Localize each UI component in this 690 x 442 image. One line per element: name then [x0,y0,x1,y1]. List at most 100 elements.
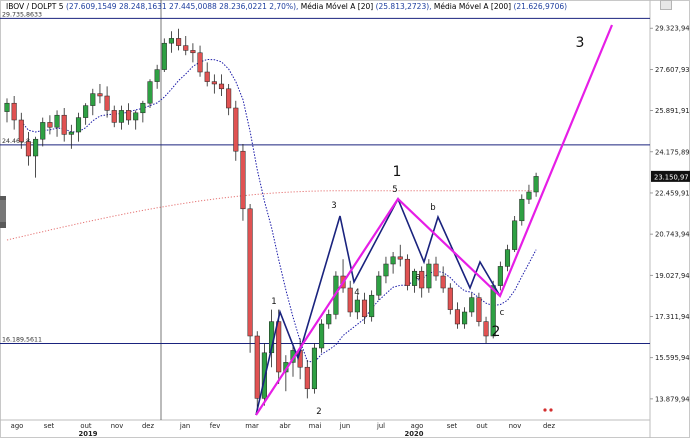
candle-body [11,102,17,121]
support-resistance-levels: 29.735,863324.463,8...16.189,5611 [0,11,650,344]
candle-body [254,335,260,399]
candle [111,105,117,128]
candle-body [168,38,174,44]
candle [440,266,446,293]
candle-body [469,297,475,313]
candle [483,316,489,344]
minor-wave-label: 1 [271,297,276,307]
chart-frame [0,0,690,438]
candle-body [211,81,217,85]
ma20-value: (25.813,2723), [375,2,432,11]
candle-body [226,88,232,109]
candle [383,256,389,284]
candle-body [161,42,167,70]
month-label: fev [210,422,221,430]
candle [469,292,475,317]
candle-body [61,114,67,135]
candle-body [190,50,196,54]
marker-dot [549,408,553,412]
month-label: out [80,422,91,430]
month-label: ago [411,422,424,430]
marker-dot [543,408,547,412]
candle [512,216,518,252]
month-label: abr [279,422,290,430]
candle-body [183,45,189,51]
candle-body [140,102,146,114]
scroll-corner-button[interactable] [660,0,672,10]
candle-body [476,297,482,322]
candlestick-chart: 29.735,863324.463,8...16.189,5611 123123… [0,0,690,438]
chart-grid [0,0,690,438]
price-tick-label: 24.175,89 [655,148,690,156]
candle-body [83,105,89,118]
candle-body [240,150,246,210]
candle-body [197,52,203,73]
candle [140,100,146,123]
candle [61,108,67,142]
candle-body [512,220,518,250]
symbol-label: IBOV / DOLPT 5 [6,2,64,11]
price-tick-label: 17.311,94 [655,313,690,321]
candle [390,252,396,274]
candle-body [311,347,317,390]
candle [533,172,539,197]
minor-wave-label: 2 [316,407,321,417]
candle [168,31,174,53]
candle [247,204,253,353]
minor-wave-label: 3 [331,201,336,211]
candle-body [147,81,153,104]
candle-body [176,38,182,46]
minor-wave-label: b [430,203,435,213]
candle [311,343,317,394]
minor-wave-label: 4 [354,288,359,298]
price-tick-label: 25.891,91 [655,107,690,115]
candle [47,115,53,135]
price-tick-label: 20.743,94 [655,231,690,239]
candle-body [4,102,10,112]
candle-body [47,122,53,128]
candle-body [533,176,539,193]
price-axis: 29.323,94 27.607,93 25.891,91 24.175,89 22.4… [650,25,690,403]
candle [319,319,325,353]
candle [211,74,217,94]
candle [40,117,46,147]
month-label: set [44,422,55,430]
month-label: out [476,422,487,430]
candle-body [404,258,410,286]
side-panel-grip-icon [0,200,6,222]
month-label: dez [543,422,555,430]
candle-body [447,287,453,310]
major-wave-line [255,24,614,416]
candle [190,43,196,63]
candle [426,259,432,293]
candle [376,271,382,300]
candle-body [526,191,532,200]
ma20-label: Média Móvel A [20] [300,2,374,11]
month-label: nov [509,422,522,430]
candle-body [111,110,117,123]
candle [326,309,332,329]
candle [462,307,468,329]
candle [340,259,346,293]
candle [476,292,482,327]
candle [176,28,182,51]
candle-body [18,119,24,142]
candle-body [462,311,468,325]
month-label: mai [309,422,322,430]
candle [104,86,110,118]
price-tick-label: 27.607,93 [655,66,690,74]
candle [304,360,310,399]
major-wave-label: 3 [576,35,585,51]
candle [97,84,103,104]
candle-body [354,299,360,313]
candle [519,194,525,226]
price-tick-label: 22.459,91 [655,189,690,197]
major-wave-label: 2 [492,324,501,340]
candle [4,98,10,123]
candle [254,331,260,411]
candle-body [25,141,31,157]
year-label: 2019 [79,430,98,438]
candle-body [397,256,403,260]
month-label: ago [11,422,24,430]
candle [118,105,124,130]
